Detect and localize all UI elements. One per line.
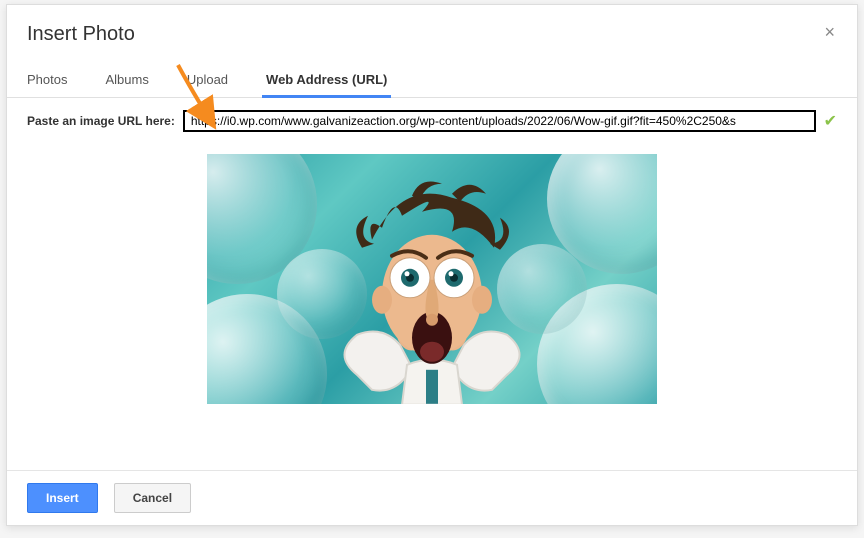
insert-button[interactable]: Insert: [27, 483, 98, 513]
tab-upload[interactable]: Upload: [187, 72, 228, 97]
url-input[interactable]: [183, 110, 816, 132]
close-icon: ×: [824, 22, 835, 42]
close-button[interactable]: ×: [822, 23, 837, 41]
image-preview: [207, 154, 657, 404]
dialog-footer: Insert Cancel: [7, 470, 857, 525]
tab-photos[interactable]: Photos: [27, 72, 67, 97]
dialog-title: Insert Photo: [27, 23, 135, 46]
tabs-bar: Photos Albums Upload Web Address (URL): [7, 54, 857, 98]
cancel-button[interactable]: Cancel: [114, 483, 191, 513]
url-label: Paste an image URL here:: [27, 114, 175, 128]
checkmark-icon: ✔: [824, 111, 837, 131]
tab-web-address[interactable]: Web Address (URL): [266, 72, 387, 97]
tab-albums[interactable]: Albums: [105, 72, 148, 97]
image-preview-area: [27, 154, 837, 404]
dialog-content: Paste an image URL here: ✔: [7, 98, 857, 416]
dialog-header: Insert Photo ×: [7, 5, 857, 54]
insert-photo-dialog: Insert Photo × Photos Albums Upload Web …: [6, 4, 858, 526]
preview-character: [302, 170, 562, 404]
url-input-row: Paste an image URL here: ✔: [27, 110, 837, 132]
